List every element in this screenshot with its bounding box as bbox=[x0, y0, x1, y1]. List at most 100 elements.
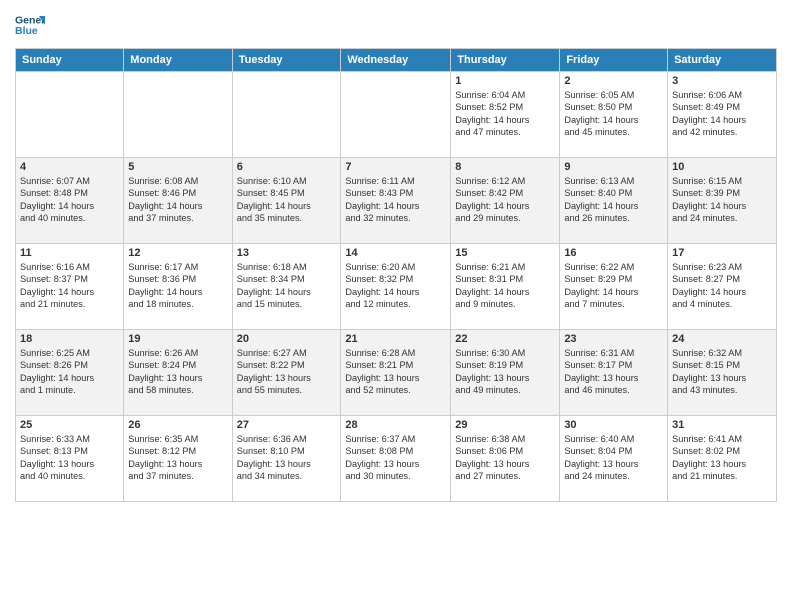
calendar-cell: 6 Sunrise: 6:10 AMSunset: 8:45 PMDaylight… bbox=[232, 158, 341, 244]
day-number: 27 bbox=[237, 419, 337, 431]
calendar-cell: 23 Sunrise: 6:31 AMSunset: 8:17 PMDayligh… bbox=[560, 330, 668, 416]
calendar-cell: 31 Sunrise: 6:41 AMSunset: 8:02 PMDayligh… bbox=[668, 416, 777, 502]
calendar-cell bbox=[232, 72, 341, 158]
logo-icon: General Blue bbox=[15, 10, 45, 40]
day-number: 24 bbox=[672, 333, 772, 345]
calendar-cell: 20Sunrise: 6:27 AMSunset: 8:22 PMDayligh… bbox=[232, 330, 341, 416]
calendar-week-2: 11 Sunrise: 6:16 AMSunset: 8:37 PMDayligh… bbox=[16, 244, 777, 330]
calendar-cell: 14 Sunrise: 6:20 AMSunset: 8:32 PMDayligh… bbox=[341, 244, 451, 330]
calendar-cell: 22Sunrise: 6:30 AMSunset: 8:19 PMDayligh… bbox=[451, 330, 560, 416]
day-number: 5 bbox=[128, 161, 227, 173]
calendar-cell: 4 Sunrise: 6:07 AMSunset: 8:48 PMDaylight… bbox=[16, 158, 124, 244]
day-info: Sunrise: 6:08 AMSunset: 8:46 PMDaylight:… bbox=[128, 175, 227, 225]
day-info: Sunrise: 6:30 AMSunset: 8:19 PMDaylight:… bbox=[455, 347, 555, 397]
calendar-cell: 8 Sunrise: 6:12 AMSunset: 8:42 PMDaylight… bbox=[451, 158, 560, 244]
header-day-saturday: Saturday bbox=[668, 49, 777, 72]
day-number: 29 bbox=[455, 419, 555, 431]
calendar-week-4: 25 Sunrise: 6:33 AMSunset: 8:13 PMDayligh… bbox=[16, 416, 777, 502]
calendar-cell: 21Sunrise: 6:28 AMSunset: 8:21 PMDayligh… bbox=[341, 330, 451, 416]
day-info: Sunrise: 6:36 AMSunset: 8:10 PMDaylight:… bbox=[237, 433, 337, 483]
day-info: Sunrise: 6:18 AMSunset: 8:34 PMDaylight:… bbox=[237, 261, 337, 311]
calendar-cell: 28Sunrise: 6:37 AMSunset: 8:08 PMDayligh… bbox=[341, 416, 451, 502]
header-day-tuesday: Tuesday bbox=[232, 49, 341, 72]
day-info: Sunrise: 6:25 AMSunset: 8:26 PMDaylight:… bbox=[20, 347, 119, 397]
day-info: Sunrise: 6:05 AMSunset: 8:50 PMDaylight:… bbox=[564, 89, 663, 139]
calendar-cell: 13Sunrise: 6:18 AMSunset: 8:34 PMDayligh… bbox=[232, 244, 341, 330]
day-info: Sunrise: 6:13 AMSunset: 8:40 PMDaylight:… bbox=[564, 175, 663, 225]
day-info: Sunrise: 6:16 AMSunset: 8:37 PMDaylight:… bbox=[20, 261, 119, 311]
day-number: 25 bbox=[20, 419, 119, 431]
logo: General Blue bbox=[15, 10, 49, 40]
day-info: Sunrise: 6:22 AMSunset: 8:29 PMDaylight:… bbox=[564, 261, 663, 311]
day-number: 30 bbox=[564, 419, 663, 431]
calendar-cell bbox=[124, 72, 232, 158]
calendar-cell: 29 Sunrise: 6:38 AMSunset: 8:06 PMDayligh… bbox=[451, 416, 560, 502]
day-number: 4 bbox=[20, 161, 119, 173]
day-info: Sunrise: 6:33 AMSunset: 8:13 PMDaylight:… bbox=[20, 433, 119, 483]
day-info: Sunrise: 6:04 AMSunset: 8:52 PMDaylight:… bbox=[455, 89, 555, 139]
calendar-cell: 3Sunrise: 6:06 AMSunset: 8:49 PMDaylight… bbox=[668, 72, 777, 158]
day-info: Sunrise: 6:23 AMSunset: 8:27 PMDaylight:… bbox=[672, 261, 772, 311]
calendar-cell: 24 Sunrise: 6:32 AMSunset: 8:15 PMDayligh… bbox=[668, 330, 777, 416]
day-number: 19 bbox=[128, 333, 227, 345]
day-number: 16 bbox=[564, 247, 663, 259]
calendar-cell bbox=[16, 72, 124, 158]
day-number: 23 bbox=[564, 333, 663, 345]
header-day-sunday: Sunday bbox=[16, 49, 124, 72]
calendar-table: SundayMondayTuesdayWednesdayThursdayFrid… bbox=[15, 48, 777, 502]
day-info: Sunrise: 6:11 AMSunset: 8:43 PMDaylight:… bbox=[345, 175, 446, 225]
day-number: 10 bbox=[672, 161, 772, 173]
day-info: Sunrise: 6:35 AMSunset: 8:12 PMDaylight:… bbox=[128, 433, 227, 483]
day-info: Sunrise: 6:32 AMSunset: 8:15 PMDaylight:… bbox=[672, 347, 772, 397]
day-info: Sunrise: 6:10 AMSunset: 8:45 PMDaylight:… bbox=[237, 175, 337, 225]
calendar-cell: 5 Sunrise: 6:08 AMSunset: 8:46 PMDaylight… bbox=[124, 158, 232, 244]
day-info: Sunrise: 6:17 AMSunset: 8:36 PMDaylight:… bbox=[128, 261, 227, 311]
calendar-cell: 15Sunrise: 6:21 AMSunset: 8:31 PMDayligh… bbox=[451, 244, 560, 330]
day-number: 1 bbox=[455, 75, 555, 87]
calendar-week-3: 18 Sunrise: 6:25 AMSunset: 8:26 PMDayligh… bbox=[16, 330, 777, 416]
day-number: 7 bbox=[345, 161, 446, 173]
calendar-cell: 11 Sunrise: 6:16 AMSunset: 8:37 PMDayligh… bbox=[16, 244, 124, 330]
day-info: Sunrise: 6:38 AMSunset: 8:06 PMDaylight:… bbox=[455, 433, 555, 483]
calendar-cell: 19 Sunrise: 6:26 AMSunset: 8:24 PMDayligh… bbox=[124, 330, 232, 416]
calendar-cell: 2 Sunrise: 6:05 AMSunset: 8:50 PMDaylight… bbox=[560, 72, 668, 158]
day-info: Sunrise: 6:07 AMSunset: 8:48 PMDaylight:… bbox=[20, 175, 119, 225]
day-info: Sunrise: 6:20 AMSunset: 8:32 PMDaylight:… bbox=[345, 261, 446, 311]
header-day-monday: Monday bbox=[124, 49, 232, 72]
day-number: 11 bbox=[20, 247, 119, 259]
header-day-thursday: Thursday bbox=[451, 49, 560, 72]
day-number: 31 bbox=[672, 419, 772, 431]
day-number: 15 bbox=[455, 247, 555, 259]
calendar-page: General Blue SundayMondayTuesdayWednesda… bbox=[0, 0, 792, 612]
calendar-week-0: 1 Sunrise: 6:04 AMSunset: 8:52 PMDaylight… bbox=[16, 72, 777, 158]
day-info: Sunrise: 6:15 AMSunset: 8:39 PMDaylight:… bbox=[672, 175, 772, 225]
day-number: 14 bbox=[345, 247, 446, 259]
calendar-cell: 9 Sunrise: 6:13 AMSunset: 8:40 PMDaylight… bbox=[560, 158, 668, 244]
calendar-cell: 27 Sunrise: 6:36 AMSunset: 8:10 PMDayligh… bbox=[232, 416, 341, 502]
day-number: 8 bbox=[455, 161, 555, 173]
day-number: 12 bbox=[128, 247, 227, 259]
calendar-cell: 12 Sunrise: 6:17 AMSunset: 8:36 PMDayligh… bbox=[124, 244, 232, 330]
day-info: Sunrise: 6:40 AMSunset: 8:04 PMDaylight:… bbox=[564, 433, 663, 483]
day-info: Sunrise: 6:41 AMSunset: 8:02 PMDaylight:… bbox=[672, 433, 772, 483]
calendar-cell: 16 Sunrise: 6:22 AMSunset: 8:29 PMDayligh… bbox=[560, 244, 668, 330]
day-number: 6 bbox=[237, 161, 337, 173]
calendar-cell: 18 Sunrise: 6:25 AMSunset: 8:26 PMDayligh… bbox=[16, 330, 124, 416]
calendar-week-1: 4 Sunrise: 6:07 AMSunset: 8:48 PMDaylight… bbox=[16, 158, 777, 244]
calendar-cell: 17Sunrise: 6:23 AMSunset: 8:27 PMDayligh… bbox=[668, 244, 777, 330]
calendar-cell: 26Sunrise: 6:35 AMSunset: 8:12 PMDayligh… bbox=[124, 416, 232, 502]
calendar-cell bbox=[341, 72, 451, 158]
day-number: 20 bbox=[237, 333, 337, 345]
day-number: 9 bbox=[564, 161, 663, 173]
header-day-wednesday: Wednesday bbox=[341, 49, 451, 72]
calendar-cell: 1 Sunrise: 6:04 AMSunset: 8:52 PMDaylight… bbox=[451, 72, 560, 158]
calendar-cell: 10 Sunrise: 6:15 AMSunset: 8:39 PMDayligh… bbox=[668, 158, 777, 244]
day-info: Sunrise: 6:06 AMSunset: 8:49 PMDaylight:… bbox=[672, 89, 772, 139]
calendar-cell: 30 Sunrise: 6:40 AMSunset: 8:04 PMDayligh… bbox=[560, 416, 668, 502]
day-info: Sunrise: 6:26 AMSunset: 8:24 PMDaylight:… bbox=[128, 347, 227, 397]
day-number: 18 bbox=[20, 333, 119, 345]
svg-text:Blue: Blue bbox=[15, 25, 38, 37]
day-info: Sunrise: 6:12 AMSunset: 8:42 PMDaylight:… bbox=[455, 175, 555, 225]
day-info: Sunrise: 6:31 AMSunset: 8:17 PMDaylight:… bbox=[564, 347, 663, 397]
day-number: 2 bbox=[564, 75, 663, 87]
